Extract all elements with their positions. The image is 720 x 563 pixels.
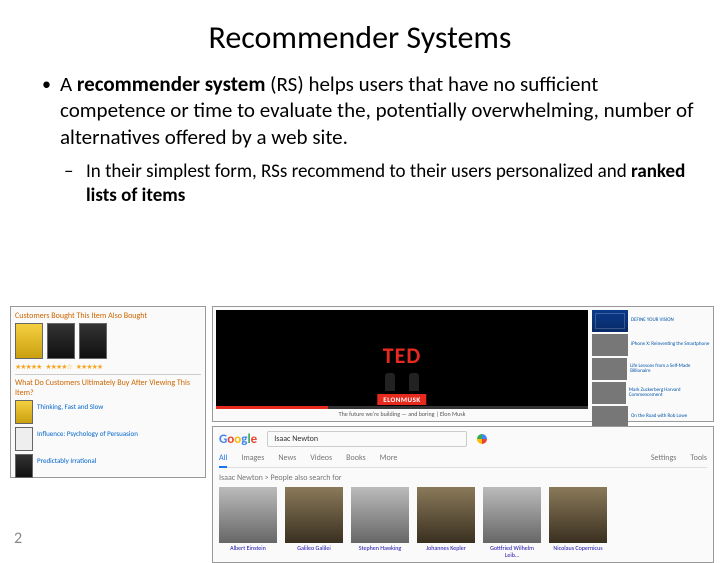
book-thumb-icon <box>47 323 75 359</box>
google-tab: More <box>380 453 398 463</box>
google-subheader: Isaac Newton > People also search for <box>219 473 707 483</box>
google-tab: News <box>278 453 296 463</box>
amazon-panel: Customers Bought This Item Also Bought ★… <box>10 306 206 478</box>
book-thumb-icon <box>15 454 33 478</box>
book-thumb-icon <box>15 427 33 451</box>
google-person-card: Johannes Kepler <box>417 487 475 558</box>
person-photo-icon <box>417 487 475 543</box>
ted-sidebar-item: On the Road with Rob Lowe <box>592 406 710 428</box>
stars-icon: ★★★★★ <box>76 362 102 371</box>
google-person-card: Gottfried Wilhelm Leib… <box>483 487 541 558</box>
google-person-card: Albert Einstein <box>219 487 277 558</box>
google-people-row: Albert Einstein Galileo Galilei Stephen … <box>219 487 707 558</box>
google-tab: Books <box>346 453 365 463</box>
amazon-header-2: What Do Customers Ultimately Buy After V… <box>15 378 201 398</box>
book-thumb-icon <box>15 400 33 424</box>
mic-icon <box>477 434 487 444</box>
bullet-dot-icon: • <box>42 71 60 150</box>
ted-caption: The future we're building — and boring |… <box>216 410 588 418</box>
ted-video-player: TED ELONMUSK <box>216 310 588 409</box>
page-number: 2 <box>14 529 22 548</box>
video-thumb-icon <box>592 334 628 356</box>
stars-icon: ★★★★★ <box>15 362 41 371</box>
ted-sidebar-item: Life Lessons from a Self-Made Billionair… <box>592 358 710 380</box>
person-photo-icon <box>483 487 541 543</box>
google-tab: Images <box>241 453 264 463</box>
ted-speaker-tag: ELONMUSK <box>377 394 426 405</box>
book-thumb-icon <box>15 323 43 359</box>
person-silhouette-icon <box>409 373 419 391</box>
amazon-header-1: Customers Bought This Item Also Bought <box>15 311 201 321</box>
slide-title: Recommender Systems <box>0 18 720 57</box>
google-tabs: All Images News Videos Books More Settin… <box>219 451 707 468</box>
google-tab: Tools <box>690 453 707 463</box>
video-thumb-icon <box>592 310 628 332</box>
book-thumb-icon <box>79 323 107 359</box>
google-tab: Videos <box>310 453 332 463</box>
amazon-item-link: Influence: Psychology of Persuasion <box>37 429 138 438</box>
video-thumb-icon <box>592 406 628 428</box>
google-panel: Google Isaac Newton All Images News Vide… <box>212 426 714 563</box>
person-photo-icon <box>219 487 277 543</box>
ted-sidebar-item: DEFINE YOUR VISION <box>592 310 710 332</box>
person-photo-icon <box>351 487 409 543</box>
video-thumb-icon <box>592 358 627 380</box>
google-tab: Settings <box>651 453 677 463</box>
amazon-item-link: Thinking, Fast and Slow <box>37 402 103 411</box>
ted-sidebar-item: iPhone X: Reinventing the Smartphone <box>592 334 710 356</box>
amazon-item-link: Predictably Irrational <box>37 456 96 465</box>
google-person-card: Stephen Hawking <box>351 487 409 558</box>
google-search-box: Isaac Newton <box>267 431 467 447</box>
stars-icon: ★★★★☆ <box>45 362 71 371</box>
ted-sidebar-item: Mark Zuckerberg Harvard Commencement <box>592 382 710 404</box>
google-person-card: Galileo Galilei <box>285 487 343 558</box>
video-thumb-icon <box>592 382 626 404</box>
term-bold: recommender system <box>77 71 266 97</box>
person-silhouette-icon <box>385 373 395 391</box>
bullet-dash-icon: – <box>64 160 86 208</box>
google-logo: Google <box>219 432 257 447</box>
ted-panel: TED ELONMUSK The future we're building —… <box>212 306 714 422</box>
subbullet-pre: In their simplest form, RSs recommend to… <box>86 160 631 183</box>
ted-sidebar: DEFINE YOUR VISION iPhone X: Reinventing… <box>592 310 710 418</box>
google-person-card: Nicolaus Copernicus <box>549 487 607 558</box>
ted-logo: TED <box>383 342 422 369</box>
bullet-level-1: • A recommender system (RS) helps users … <box>42 71 696 150</box>
bullet-level-2: – In their simplest form, RSs recommend … <box>64 160 696 208</box>
person-photo-icon <box>549 487 607 543</box>
google-tab: All <box>219 453 227 468</box>
video-progress-bar <box>216 406 588 409</box>
examples-collage: Customers Bought This Item Also Bought ★… <box>10 306 714 563</box>
person-photo-icon <box>285 487 343 543</box>
